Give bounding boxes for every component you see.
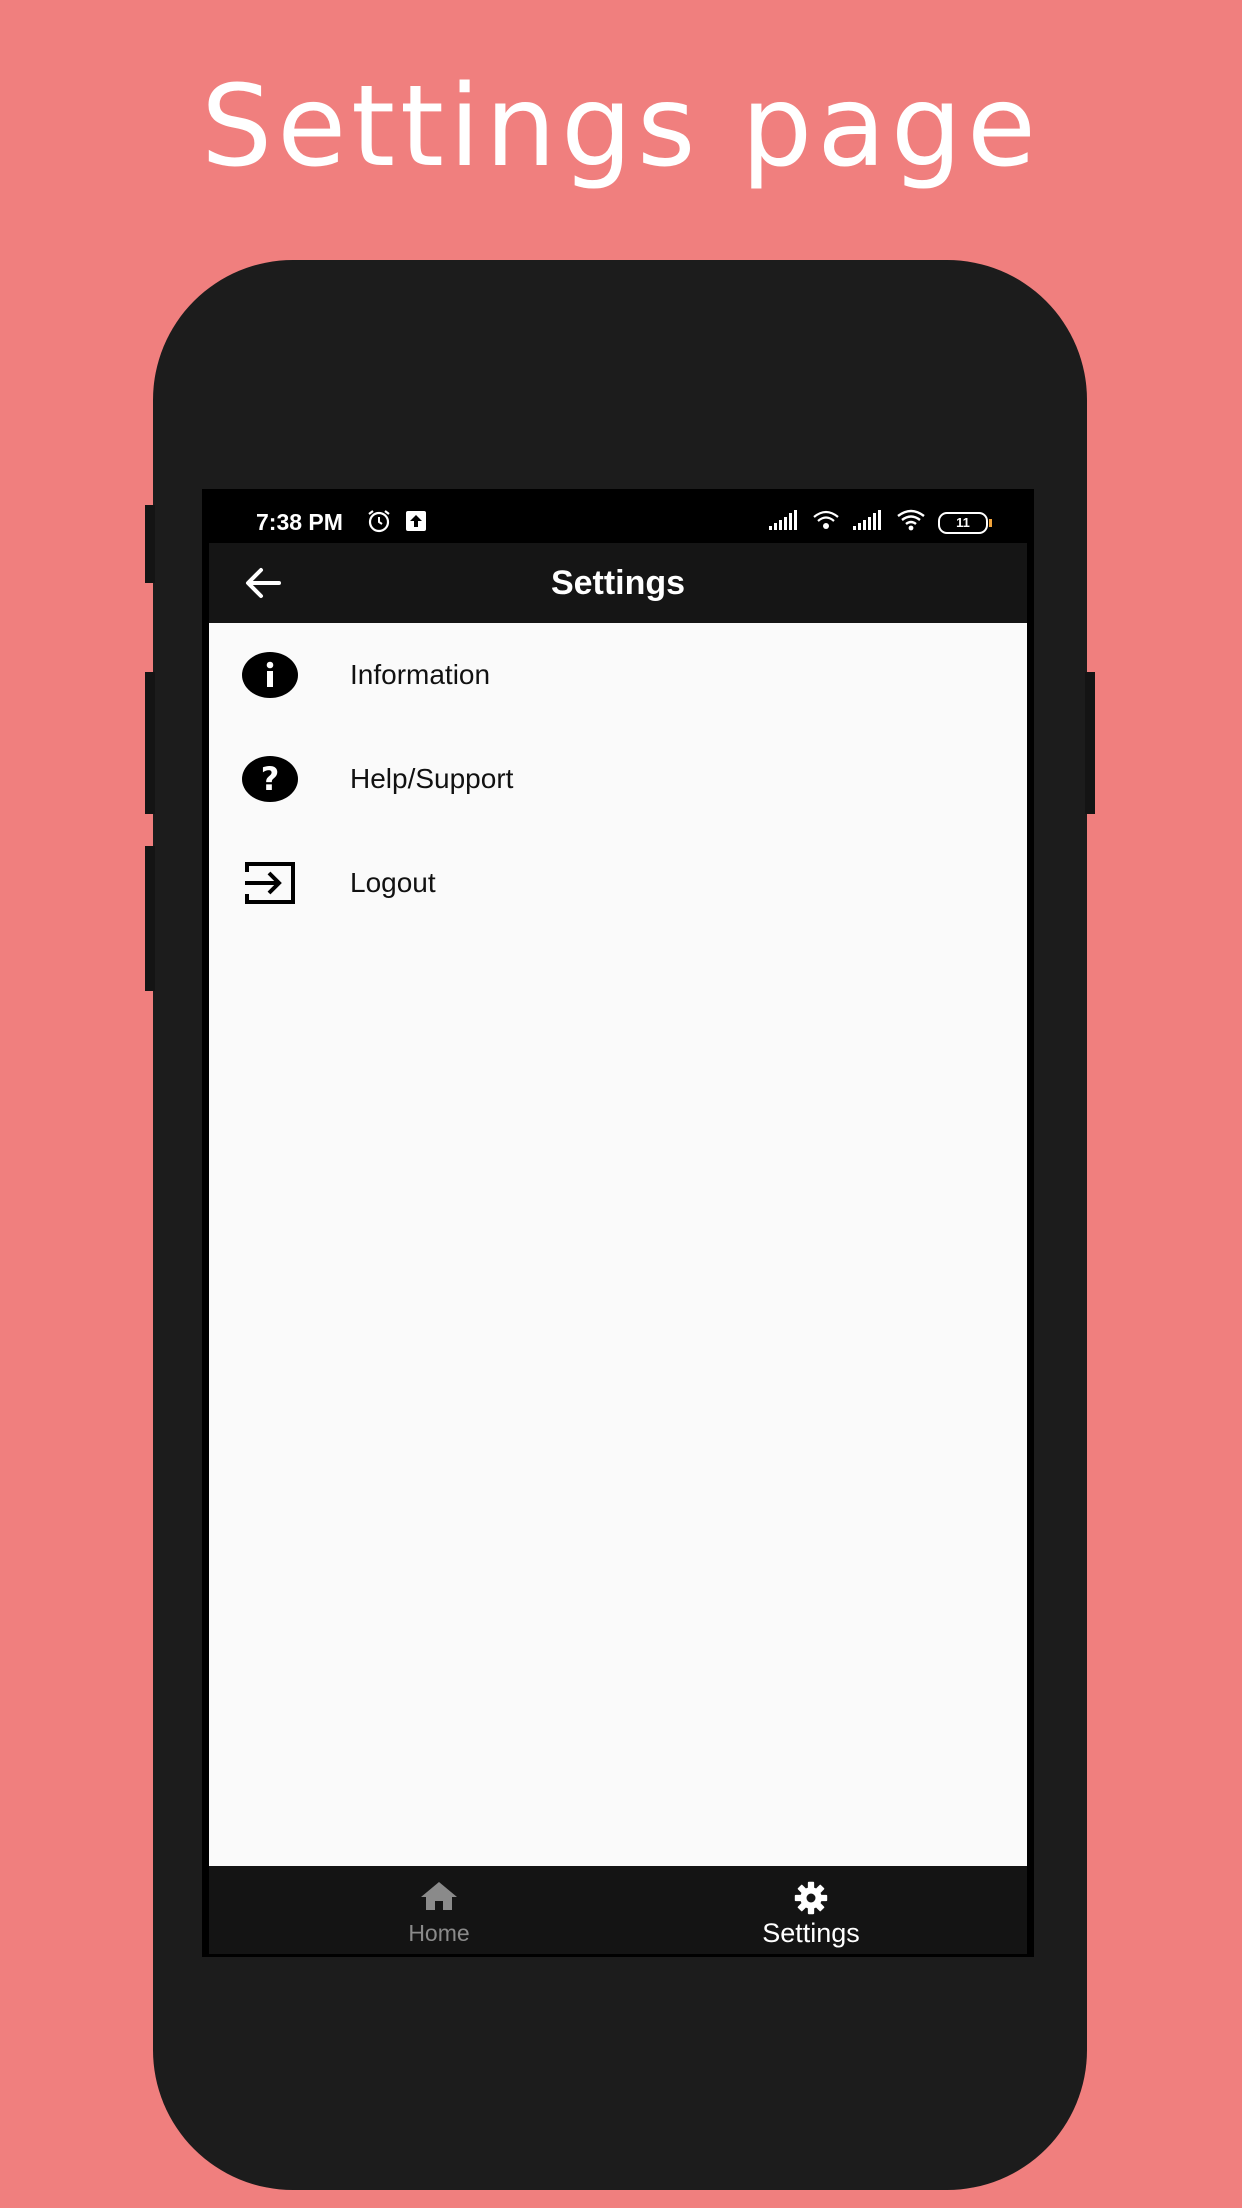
signal-icon (852, 510, 884, 535)
phone-side-button (145, 846, 155, 991)
status-time: 7:38 PM (256, 509, 343, 535)
phone-side-button (145, 505, 155, 583)
alarm-icon (366, 509, 392, 538)
hotspot-icon (812, 509, 840, 536)
phone-screen: 7:38 PM 11 Settings Information ? Help/S… (202, 489, 1034, 1957)
settings-list: Information ? Help/Support Logout (209, 623, 1027, 1866)
promo-title: Settings page (201, 62, 1041, 192)
phone-side-button (1085, 672, 1095, 814)
info-icon (241, 649, 299, 701)
bottom-nav: Home Settings (209, 1866, 1027, 1954)
upload-icon (404, 509, 428, 538)
nav-home-label: Home (408, 1920, 470, 1946)
settings-item-information[interactable]: Information (209, 623, 1027, 727)
settings-item-label: Help/Support (350, 763, 514, 794)
settings-item-help-support[interactable]: ? Help/Support (209, 727, 1027, 831)
help-icon: ? (241, 753, 299, 805)
gear-icon (791, 1880, 831, 1915)
settings-item-logout[interactable]: Logout (209, 831, 1027, 935)
home-icon (419, 1880, 459, 1914)
nav-home[interactable]: Home (369, 1866, 509, 1954)
nav-settings[interactable]: Settings (721, 1866, 901, 1954)
app-bar: Settings (209, 543, 1027, 623)
wifi-icon (896, 509, 926, 536)
settings-item-label: Logout (350, 867, 436, 898)
nav-settings-label: Settings (762, 1918, 860, 1948)
status-bar: 7:38 PM 11 (202, 489, 1034, 543)
phone-side-button (145, 672, 155, 814)
battery-icon: 11 (938, 511, 992, 534)
page-title: Settings (550, 564, 686, 602)
logout-icon (241, 857, 299, 909)
signal-icon (768, 510, 800, 535)
settings-item-label: Information (350, 659, 491, 690)
svg-text:?: ? (261, 760, 280, 798)
